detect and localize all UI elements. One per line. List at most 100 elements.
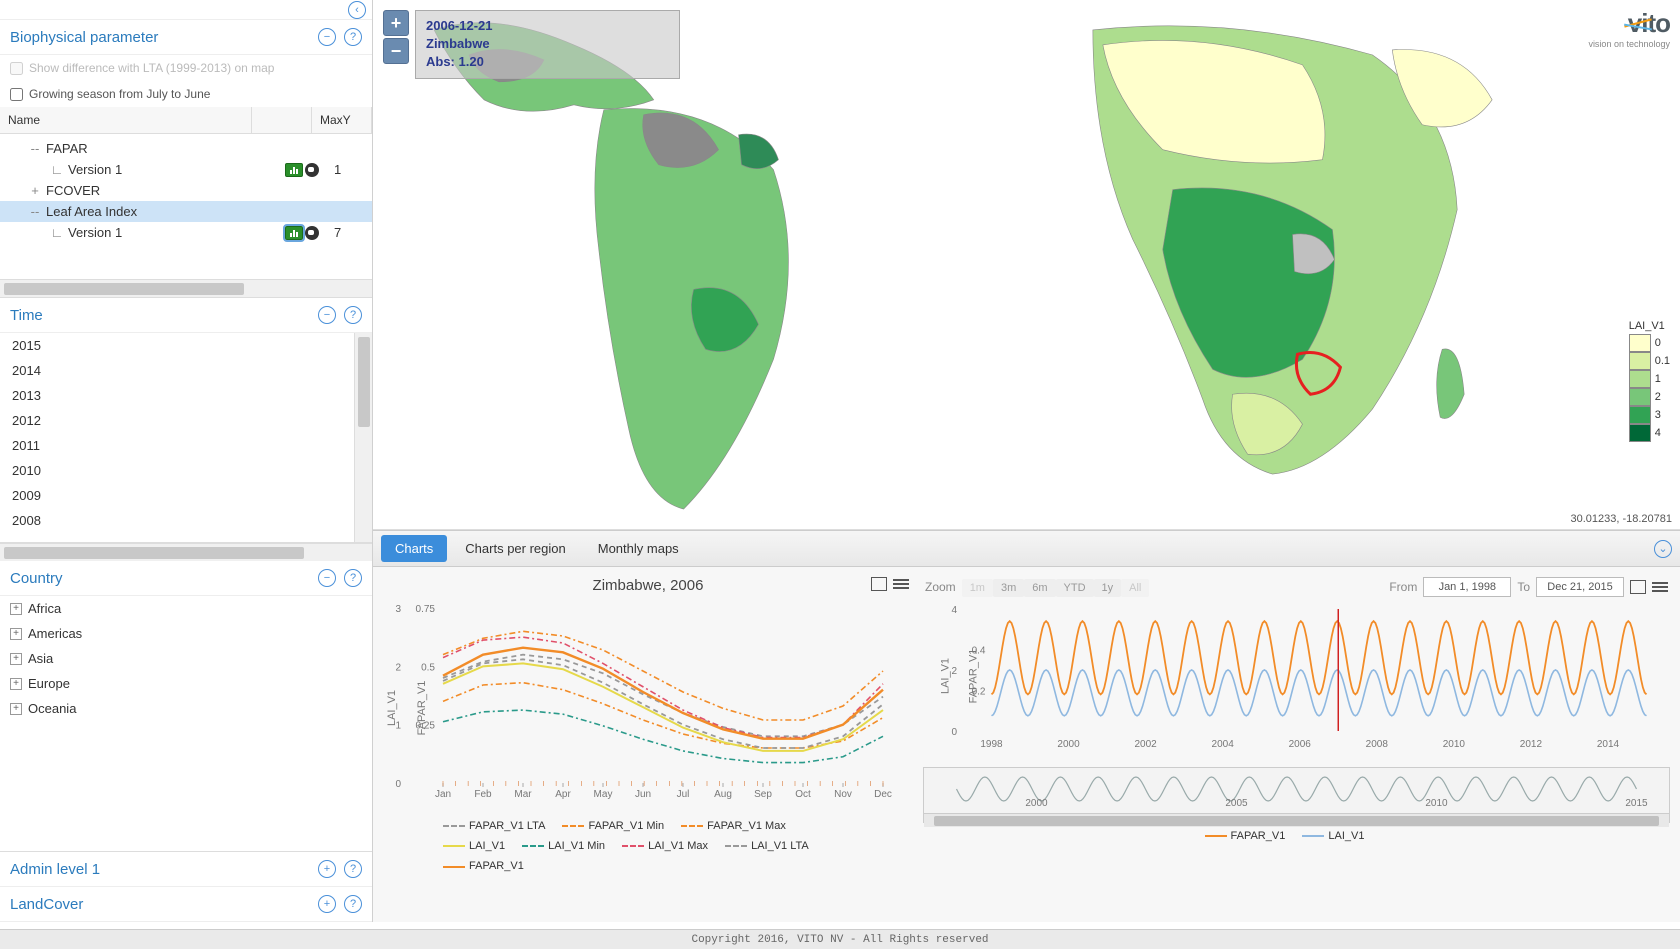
svg-text:0: 0 [395, 779, 401, 790]
country-region[interactable]: +Asia [0, 646, 372, 671]
year-item[interactable]: 2009 [0, 483, 372, 508]
chart-navigator[interactable]: 2000200520102015 [923, 767, 1670, 823]
navigator-scrollbar[interactable] [924, 813, 1669, 827]
vito-logo: vito vision on technology [1588, 8, 1670, 49]
svg-text:2006: 2006 [1289, 739, 1312, 750]
svg-text:Apr: Apr [555, 789, 571, 800]
tree-row[interactable]: --Leaf Area Index [0, 201, 372, 222]
svg-text:0: 0 [952, 727, 958, 738]
plus-icon[interactable]: + [10, 703, 22, 715]
svg-text:2000: 2000 [1025, 798, 1048, 809]
svg-text:May: May [594, 789, 613, 800]
svg-text:FAPAR_V1: FAPAR_V1 [968, 649, 980, 704]
tree-row[interactable]: +FCOVER [0, 180, 372, 201]
from-date-input[interactable] [1423, 577, 1511, 597]
zoom-6m[interactable]: 6m [1024, 579, 1055, 597]
plus-icon[interactable]: + [10, 678, 22, 690]
tree-grid-header: Name MaxY [0, 107, 372, 134]
zoom-row: Zoom 1m3m6mYTD1yAll From To [923, 573, 1670, 601]
zoom-3m[interactable]: 3m [993, 579, 1024, 597]
tree-hscroll[interactable] [0, 279, 372, 297]
globe-icon[interactable] [305, 163, 319, 177]
year-item[interactable]: 2011 [0, 433, 372, 458]
year-item[interactable]: 2008 [0, 508, 372, 533]
biophysical-help-icon[interactable]: ? [344, 28, 362, 46]
country-help-icon[interactable]: ? [344, 569, 362, 587]
year-hscroll[interactable] [0, 543, 372, 561]
admin-header[interactable]: Admin level 1 + ? [0, 852, 372, 887]
svg-text:2: 2 [395, 662, 401, 673]
zoom-in-button[interactable]: + [383, 10, 409, 36]
country-region[interactable]: +Europe [0, 671, 372, 696]
svg-text:Aug: Aug [714, 789, 732, 800]
tab-charts-per-region[interactable]: Charts per region [451, 535, 579, 562]
landcover-expand-icon[interactable]: + [318, 895, 336, 913]
country-collapse-icon[interactable]: − [318, 569, 336, 587]
seasonal-legend: FAPAR_V1 LTA FAPAR_V1 Min FAPAR_V1 Max L… [383, 813, 913, 884]
biophysical-collapse-icon[interactable]: − [318, 28, 336, 46]
map-area[interactable]: + − 2006-12-21 Zimbabwe Abs: 1.20 vito v… [373, 0, 1680, 530]
plus-icon[interactable]: + [10, 653, 22, 665]
time-help-icon[interactable]: ? [344, 306, 362, 324]
world-map[interactable] [373, 0, 1680, 529]
collapse-sidebar-icon[interactable]: ‹ [348, 1, 366, 19]
svg-text:Nov: Nov [834, 789, 852, 800]
year-vscroll[interactable] [354, 333, 372, 542]
seasonal-chart-title: Zimbabwe, 2006 [383, 573, 913, 598]
zoom-1m[interactable]: 1m [962, 579, 993, 597]
seasonal-chart-panel: Zimbabwe, 2006 01230.250.50.75LAI_V1FAPA… [383, 573, 913, 916]
charts-row: Zimbabwe, 2006 01230.250.50.75LAI_V1FAPA… [373, 567, 1680, 922]
svg-text:Dec: Dec [874, 789, 892, 800]
growing-season-checkbox[interactable] [10, 88, 23, 101]
admin-expand-icon[interactable]: + [318, 860, 336, 878]
year-item[interactable]: 2012 [0, 408, 372, 433]
tab-charts[interactable]: Charts [381, 535, 447, 562]
seasonal-chart[interactable]: 01230.250.50.75LAI_V1FAPAR_V1JanFebMarAp… [383, 598, 913, 813]
year-item[interactable]: 2010 [0, 458, 372, 483]
svg-text:2005: 2005 [1225, 798, 1248, 809]
show-difference-row: Show difference with LTA (1999-2013) on … [0, 55, 372, 81]
biophysical-tree: --FAPAR∟Version 11+FCOVER--Leaf Area Ind… [0, 134, 372, 279]
admin-help-icon[interactable]: ? [344, 860, 362, 878]
svg-text:3: 3 [395, 604, 401, 615]
show-difference-checkbox [10, 62, 23, 75]
zoom-label: Zoom [925, 580, 956, 594]
tree-row[interactable]: ∟Version 11 [0, 159, 372, 180]
zoom-YTD[interactable]: YTD [1056, 579, 1094, 597]
tree-row[interactable]: ∟Version 17 [0, 222, 372, 243]
bottom-collapse-icon[interactable]: ⌄ [1654, 540, 1672, 558]
ts-expand-icon[interactable] [1630, 580, 1646, 594]
zoom-control: + − [383, 10, 409, 66]
country-region[interactable]: +Americas [0, 621, 372, 646]
chart-expand-icon[interactable] [871, 577, 887, 591]
growing-season-row[interactable]: Growing season from July to June [0, 81, 372, 107]
year-item[interactable]: 2013 [0, 383, 372, 408]
country-region[interactable]: +Africa [0, 596, 372, 621]
plus-icon[interactable]: + [10, 628, 22, 640]
tab-monthly-maps[interactable]: Monthly maps [584, 535, 693, 562]
zoom-out-button[interactable]: − [383, 38, 409, 64]
timeseries-chart-panel: Zoom 1m3m6mYTD1yAll From To 0240.20.4LAI… [923, 573, 1670, 916]
landcover-header[interactable]: LandCover + ? [0, 887, 372, 922]
time-header: Time − ? [0, 298, 372, 333]
zoom-1y[interactable]: 1y [1094, 579, 1122, 597]
chart-icon[interactable] [285, 163, 303, 177]
zoom-All[interactable]: All [1121, 579, 1149, 597]
tree-row[interactable]: --FAPAR [0, 138, 372, 159]
biophysical-title: Biophysical parameter [10, 29, 158, 46]
ts-menu-icon[interactable] [1652, 582, 1668, 592]
svg-text:Jan: Jan [435, 789, 451, 800]
timeseries-chart[interactable]: 0240.20.4LAI_V1FAPAR_V119982000200220042… [923, 601, 1670, 761]
to-date-input[interactable] [1536, 577, 1624, 597]
map-info-box: 2006-12-21 Zimbabwe Abs: 1.20 [415, 10, 680, 79]
chart-icon[interactable] [285, 226, 303, 240]
time-collapse-icon[interactable]: − [318, 306, 336, 324]
plus-icon[interactable]: + [10, 603, 22, 615]
country-region[interactable]: +Oceania [0, 696, 372, 721]
globe-icon[interactable] [305, 226, 319, 240]
sidebar-collapse-row: ‹ [0, 0, 372, 20]
chart-menu-icon[interactable] [893, 577, 909, 591]
year-item[interactable]: 2014 [0, 358, 372, 383]
year-item[interactable]: 2015 [0, 333, 372, 358]
landcover-help-icon[interactable]: ? [344, 895, 362, 913]
